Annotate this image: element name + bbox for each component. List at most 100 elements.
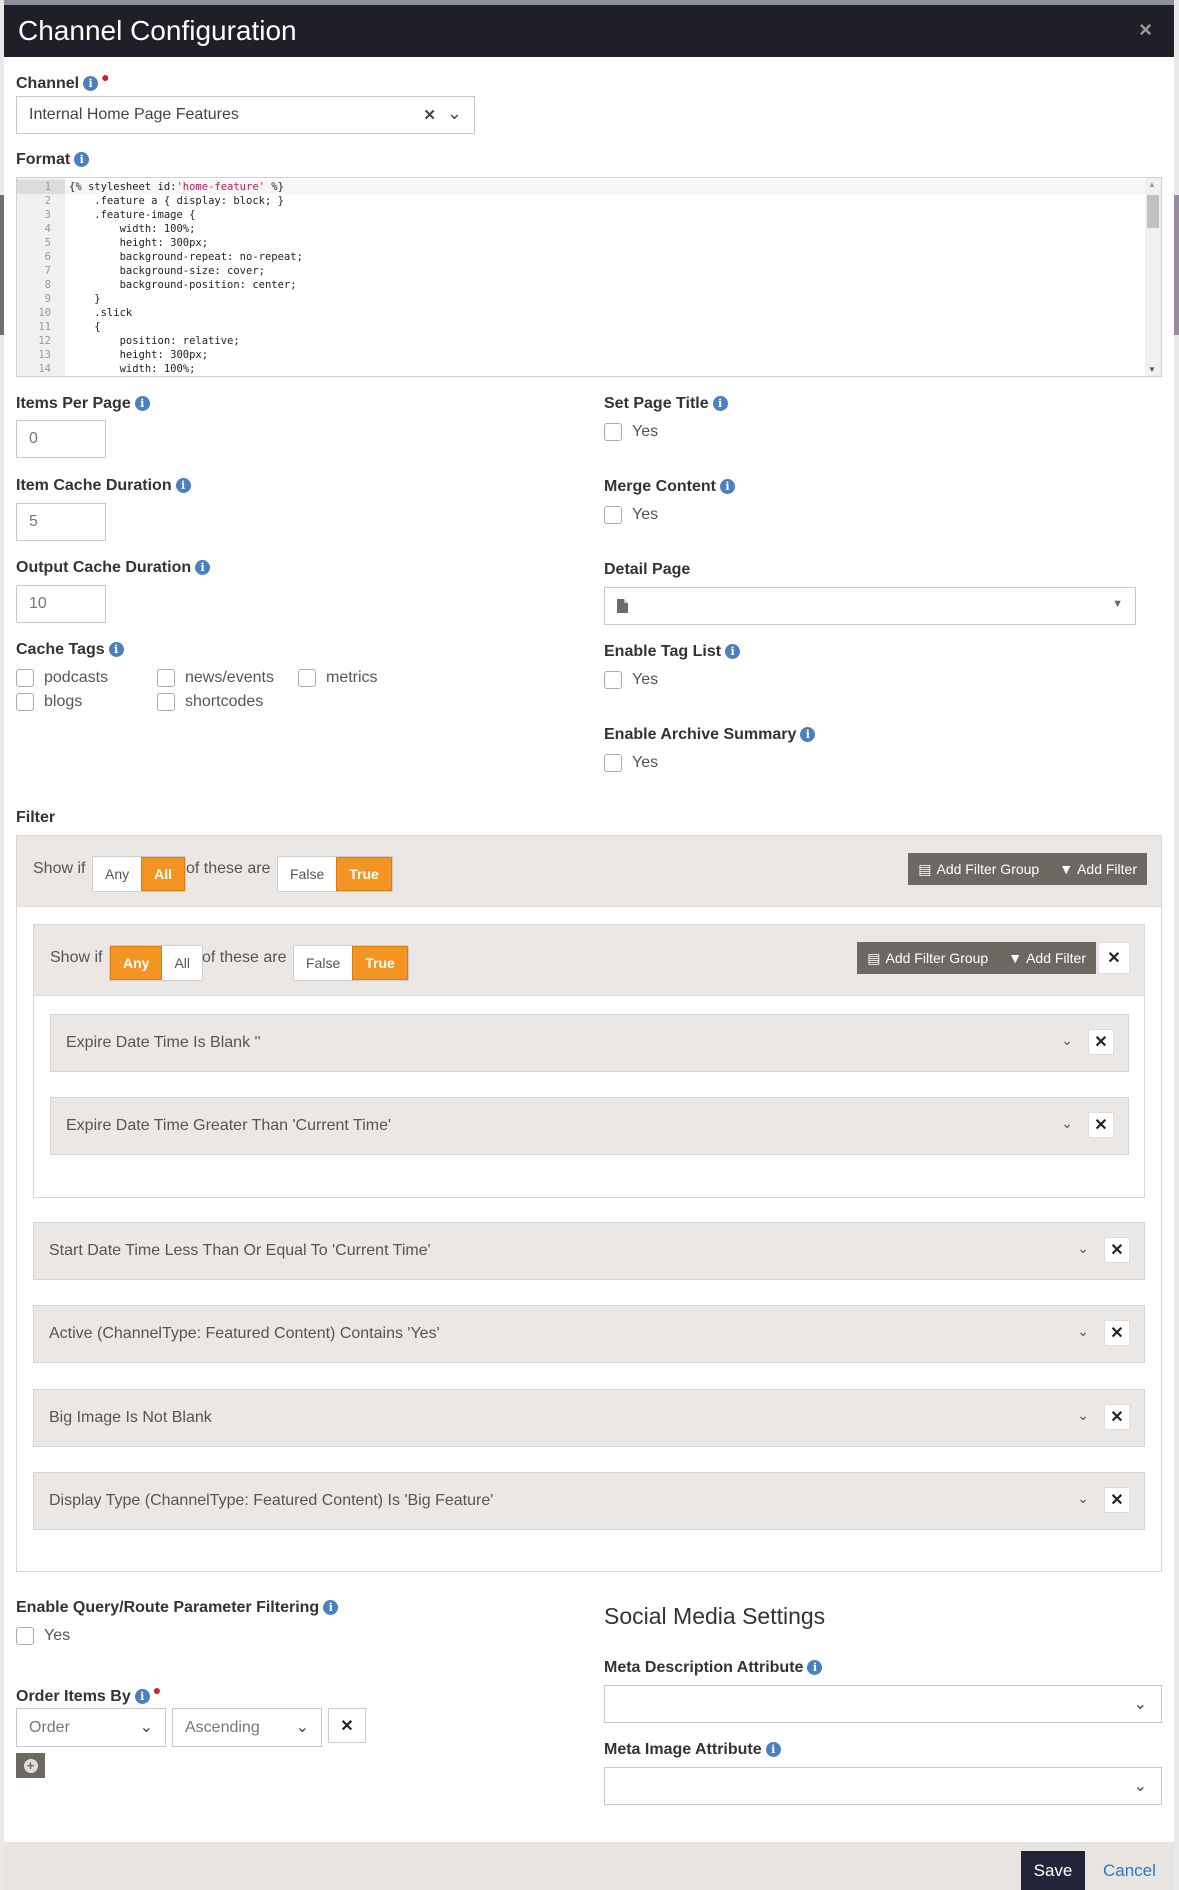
true-option[interactable]: True	[352, 946, 408, 980]
filter-rule[interactable]: Start Date Time Less Than Or Equal To 'C…	[33, 1222, 1145, 1280]
info-icon[interactable]: i	[712, 396, 728, 411]
checkbox[interactable]	[298, 669, 316, 687]
add-order-button[interactable]: +	[16, 1753, 45, 1778]
chevron-down-icon[interactable]: ⌄	[447, 103, 462, 124]
filter-rule[interactable]: Expire Date Time Greater Than 'Current T…	[50, 1097, 1129, 1155]
info-icon[interactable]: i	[195, 560, 211, 575]
output-cache-duration-input[interactable]: 10	[16, 585, 106, 623]
remove-rule-button[interactable]: ✕	[1104, 1320, 1130, 1346]
checkbox[interactable]	[604, 671, 622, 689]
checkbox[interactable]	[157, 693, 175, 711]
cache-tag-podcasts[interactable]: podcasts	[16, 669, 108, 687]
true-option[interactable]: True	[336, 857, 392, 891]
checkbox[interactable]	[604, 754, 622, 772]
scroll-thumb[interactable]	[1147, 195, 1159, 228]
info-icon[interactable]: i	[108, 642, 124, 657]
remove-order-button[interactable]: ✕	[328, 1708, 366, 1743]
info-icon[interactable]: i	[134, 1689, 150, 1704]
cache-tag-blogs[interactable]: blogs	[16, 693, 82, 711]
filter-rule[interactable]: Expire Date Time Is Blank '' ⌄ ✕	[50, 1014, 1129, 1072]
chevron-down-icon[interactable]: ⌄	[1077, 1323, 1089, 1340]
chevron-down-icon[interactable]: ⌄	[1061, 1032, 1073, 1049]
info-icon[interactable]: i	[807, 1660, 823, 1675]
chevron-down-icon[interactable]: ⌄	[140, 1717, 153, 1737]
info-icon[interactable]: i	[175, 478, 191, 493]
cancel-link[interactable]: Cancel	[1103, 1861, 1156, 1881]
code-line[interactable]: 12 position: relative;	[17, 334, 1161, 348]
any-option[interactable]: Any	[93, 857, 142, 891]
channel-select[interactable]: Internal Home Page Features ✕ ⌄	[16, 96, 475, 134]
enable-archive-summary-checkbox[interactable]: Yes	[604, 754, 658, 772]
chevron-down-icon[interactable]: ⌄	[296, 1717, 309, 1737]
cache-tag-shortcodes[interactable]: shortcodes	[157, 693, 263, 711]
meta-image-select[interactable]: ⌄	[604, 1767, 1162, 1805]
any-all-toggle[interactable]: Any All	[92, 856, 187, 892]
filter-rule[interactable]: Big Image Is Not Blank ⌄ ✕	[33, 1389, 1145, 1447]
true-false-toggle[interactable]: False True	[277, 856, 393, 892]
info-icon[interactable]: i	[725, 644, 741, 659]
info-icon[interactable]: i	[765, 1742, 781, 1757]
any-option[interactable]: Any	[110, 946, 163, 980]
order-direction-select[interactable]: Ascending ⌄	[172, 1708, 322, 1747]
code-line[interactable]: 2 .feature a { display: block; }	[17, 194, 1161, 208]
code-line[interactable]: 8 background-position: center;	[17, 278, 1161, 292]
clear-icon[interactable]: ✕	[423, 106, 436, 124]
checkbox[interactable]	[16, 693, 34, 711]
add-filter-group-button[interactable]: ▤ Add Filter Group	[857, 950, 998, 967]
code-line[interactable]: 13 height: 300px;	[17, 348, 1161, 362]
info-icon[interactable]: i	[74, 152, 90, 167]
true-false-toggle[interactable]: False True	[293, 945, 409, 981]
code-line[interactable]: 1 {% stylesheet id:'home-feature' %}	[17, 180, 1161, 194]
chevron-down-icon[interactable]: ⌄	[1061, 1115, 1073, 1132]
remove-rule-button[interactable]: ✕	[1104, 1237, 1130, 1263]
chevron-down-icon[interactable]: ⌄	[1077, 1407, 1089, 1424]
caret-down-icon[interactable]: ▼	[1112, 598, 1123, 610]
code-line[interactable]: 6 background-repeat: no-repeat;	[17, 250, 1161, 264]
checkbox[interactable]	[16, 1627, 34, 1645]
code-line[interactable]: 7 background-size: cover;	[17, 264, 1161, 278]
meta-description-select[interactable]: ⌄	[604, 1685, 1162, 1723]
item-cache-duration-input[interactable]: 5	[16, 503, 106, 541]
detail-page-select[interactable]: ▼	[604, 587, 1136, 625]
add-filter-group-button[interactable]: ▤ Add Filter Group	[908, 861, 1049, 878]
code-line[interactable]: 5 height: 300px;	[17, 236, 1161, 250]
checkbox[interactable]	[157, 669, 175, 687]
remove-rule-button[interactable]: ✕	[1088, 1112, 1114, 1138]
info-icon[interactable]: i	[720, 479, 735, 494]
code-line[interactable]: 11 {	[17, 320, 1161, 334]
add-filter-button[interactable]: ▼ Add Filter	[998, 950, 1096, 966]
all-option[interactable]: All	[162, 946, 203, 980]
chevron-down-icon[interactable]: ⌄	[1077, 1490, 1089, 1507]
cache-tag-news-events[interactable]: news/events	[157, 669, 274, 687]
close-icon[interactable]: ×	[1139, 17, 1152, 43]
editor-scrollbar[interactable]: ▲ ▼	[1145, 178, 1161, 376]
filter-rule[interactable]: Display Type (ChannelType: Featured Cont…	[33, 1472, 1145, 1530]
checkbox[interactable]	[16, 669, 34, 687]
merge-content-checkbox[interactable]: Yes	[604, 506, 658, 524]
chevron-down-icon[interactable]: ⌄	[1134, 1694, 1147, 1714]
query-filtering-checkbox[interactable]: Yes	[16, 1627, 70, 1645]
checkbox[interactable]	[604, 423, 622, 441]
code-line[interactable]: 4 width: 100%;	[17, 222, 1161, 236]
false-option[interactable]: False	[278, 857, 337, 891]
code-line[interactable]: 3 .feature-image {	[17, 208, 1161, 222]
info-icon[interactable]: i	[800, 727, 816, 742]
enable-tag-list-checkbox[interactable]: Yes	[604, 671, 658, 689]
code-line[interactable]: 10 .slick	[17, 306, 1161, 320]
info-icon[interactable]: i	[134, 396, 150, 411]
set-page-title-checkbox[interactable]: Yes	[604, 423, 658, 441]
cache-tag-metrics[interactable]: metrics	[298, 669, 378, 687]
code-line[interactable]: 9 }	[17, 292, 1161, 306]
order-field-select[interactable]: Order ⌄	[16, 1708, 166, 1747]
info-icon[interactable]: i	[83, 76, 99, 91]
add-filter-button[interactable]: ▼ Add Filter	[1049, 861, 1147, 877]
chevron-down-icon[interactable]: ⌄	[1134, 1776, 1147, 1796]
remove-rule-button[interactable]: ✕	[1104, 1404, 1130, 1430]
any-all-toggle[interactable]: Any All	[109, 945, 204, 981]
format-code-editor[interactable]: 1 {% stylesheet id:'home-feature' %} 2 .fe…	[16, 177, 1162, 377]
info-icon[interactable]: i	[323, 1600, 339, 1615]
save-button[interactable]: Save	[1021, 1851, 1085, 1890]
chevron-down-icon[interactable]: ⌄	[1077, 1240, 1089, 1257]
scroll-up-icon[interactable]: ▲	[1148, 180, 1156, 189]
items-per-page-input[interactable]: 0	[16, 420, 106, 458]
